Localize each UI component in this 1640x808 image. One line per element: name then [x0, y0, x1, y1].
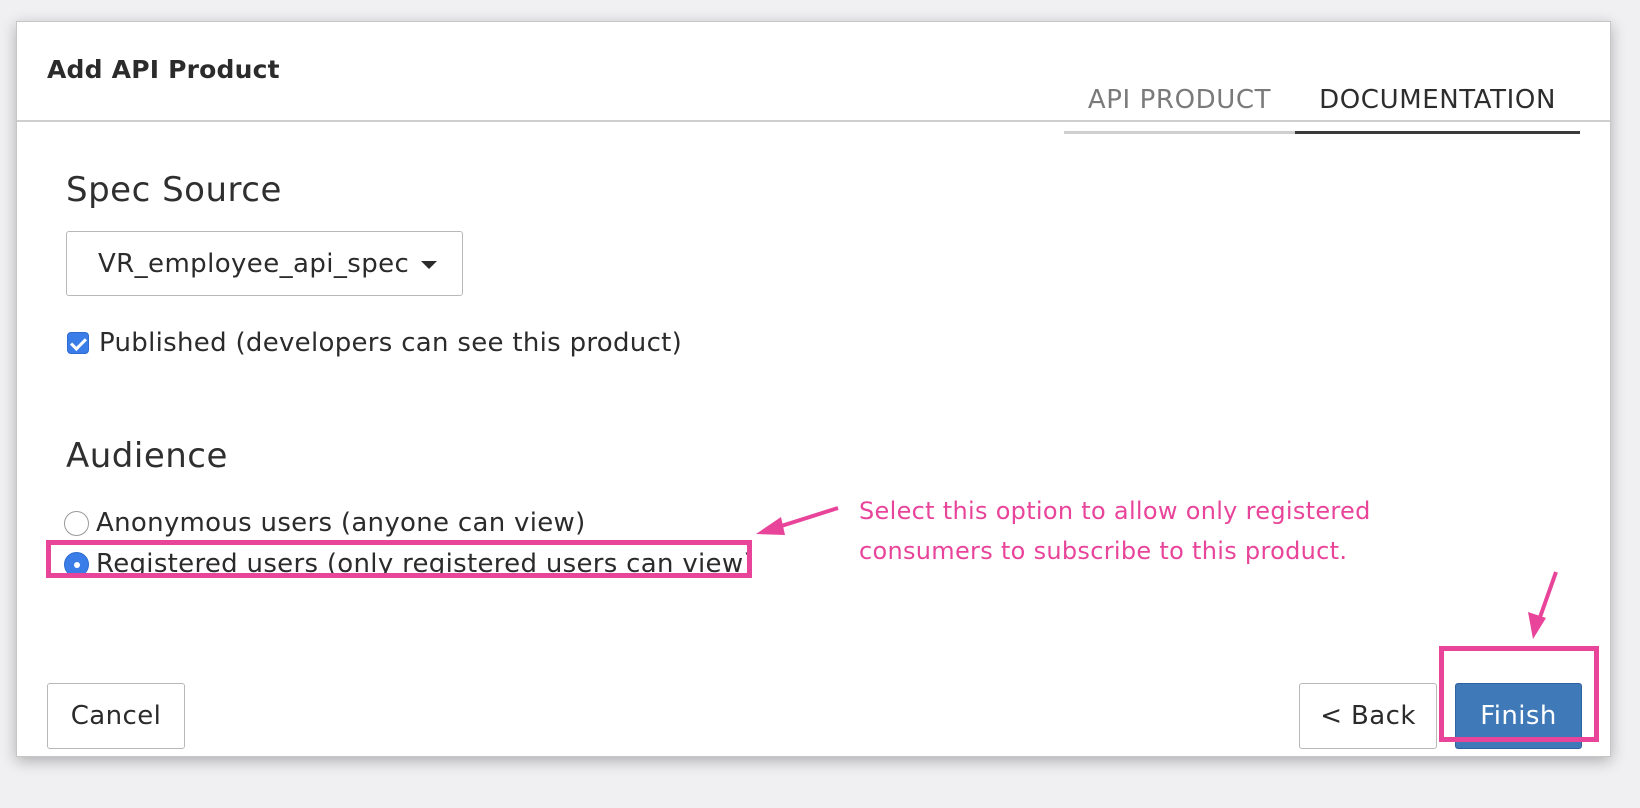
finish-arrow-icon — [1528, 571, 1558, 639]
arrow-icon — [756, 506, 839, 535]
annotation-arrows — [756, 506, 1558, 639]
screenshot-stage: Add API Product API PRODUCT DOCUMENTATIO… — [0, 0, 1640, 808]
